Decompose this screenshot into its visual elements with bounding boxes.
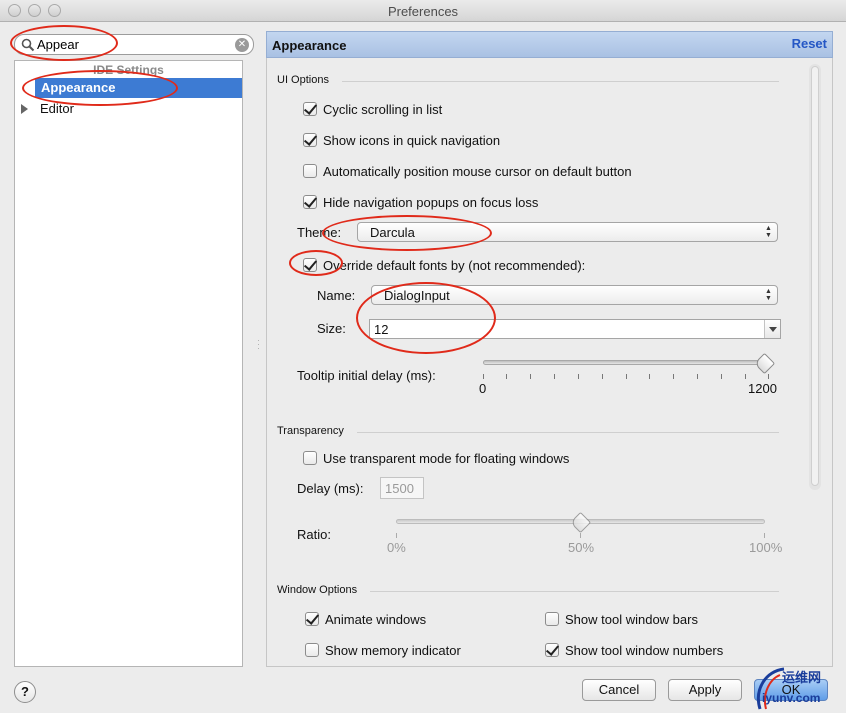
help-button[interactable]: ? xyxy=(14,681,36,703)
delay-input[interactable]: 1500 xyxy=(380,477,424,499)
section-divider xyxy=(342,81,779,82)
checkbox-label: Use transparent mode for floating window… xyxy=(323,450,570,466)
watermark-text: 运维网 xyxy=(782,670,822,685)
window-title: Preferences xyxy=(387,4,459,19)
select-arrows-icon: ▲ ▼ xyxy=(765,225,772,239)
delay-label: Delay (ms): xyxy=(297,481,364,496)
tree-group-ide-settings: IDE Settings xyxy=(93,63,164,77)
search-input[interactable] xyxy=(37,36,227,53)
show-tool-window-numbers-checkbox[interactable]: Show tool window numbers xyxy=(545,641,723,659)
checkbox-label: Animate windows xyxy=(325,611,427,627)
checkbox-label: Show tool window bars xyxy=(565,611,698,627)
checkbox-box[interactable] xyxy=(303,102,317,116)
checkbox-box[interactable] xyxy=(305,643,319,657)
clear-search-icon[interactable]: ✕ xyxy=(235,38,249,52)
checkbox-label: Show icons in quick navigation xyxy=(323,132,501,148)
tooltip-max-label: 1200 xyxy=(748,381,777,396)
checkbox-box[interactable] xyxy=(303,451,317,465)
transparent-mode-checkbox[interactable]: Use transparent mode for floating window… xyxy=(303,449,569,467)
expand-arrow-icon[interactable] xyxy=(21,104,28,114)
checkbox-label: Automatically position mouse cursor on d… xyxy=(323,163,632,179)
title-bar: Preferences xyxy=(0,0,846,22)
font-size-value: 12 xyxy=(374,322,389,337)
animate-windows-checkbox[interactable]: Animate windows xyxy=(305,610,426,628)
ratio-tick-50: 50% xyxy=(568,540,595,555)
checkbox-box[interactable] xyxy=(303,164,317,178)
panel-header: Appearance Reset xyxy=(266,31,833,58)
font-name-label: Name: xyxy=(317,288,356,303)
scrollbar-thumb[interactable] xyxy=(811,66,819,486)
tooltip-ticks xyxy=(483,374,769,379)
apply-button[interactable]: Apply xyxy=(668,679,742,701)
section-divider xyxy=(357,432,779,433)
settings-search-field[interactable]: ✕ xyxy=(14,34,254,55)
font-size-label: Size: xyxy=(317,321,346,336)
font-size-combo[interactable]: 12 xyxy=(369,319,781,339)
panel-title: Appearance xyxy=(272,38,347,53)
search-icon xyxy=(21,38,35,52)
settings-tree[interactable]: IDE Settings Appearance Editor xyxy=(14,60,243,667)
hide-nav-popups-checkbox[interactable]: Hide navigation popups on focus loss xyxy=(303,193,538,211)
tooltip-min-label: 0 xyxy=(479,381,487,396)
tree-item-label: Editor xyxy=(40,101,74,116)
dropdown-arrow-icon[interactable] xyxy=(764,320,780,338)
theme-label: Theme: xyxy=(297,225,342,240)
theme-select[interactable]: Darcula ▲ ▼ xyxy=(357,222,778,242)
show-icons-checkbox[interactable]: Show icons in quick navigation xyxy=(303,131,500,149)
ratio-label: Ratio: xyxy=(297,527,331,542)
checkbox-label: Show memory indicator xyxy=(325,642,461,658)
checkbox-box[interactable] xyxy=(303,195,317,209)
checkbox-label: Cyclic scrolling in list xyxy=(323,101,443,117)
tree-item-editor[interactable]: Editor xyxy=(21,101,74,119)
ratio-tick-0: 0% xyxy=(387,540,406,555)
section-ui-options: UI Options xyxy=(277,74,329,86)
checkbox-box[interactable] xyxy=(545,612,559,626)
ratio-tick-100: 100% xyxy=(749,540,783,555)
font-name-value: DialogInput xyxy=(384,288,450,303)
cancel-button[interactable]: Cancel xyxy=(582,679,656,701)
checkbox-label: Hide navigation popups on focus loss xyxy=(323,194,539,210)
show-tool-window-bars-checkbox[interactable]: Show tool window bars xyxy=(545,610,698,628)
select-arrows-icon: ▲ ▼ xyxy=(765,288,772,302)
ratio-ticks xyxy=(396,533,765,538)
auto-position-cursor-checkbox[interactable]: Automatically position mouse cursor on d… xyxy=(303,162,632,180)
section-window-options: Window Options xyxy=(277,584,358,596)
splitter-handle[interactable]: · · · xyxy=(257,336,261,353)
tooltip-delay-slider[interactable] xyxy=(483,360,769,365)
watermark-logo: 运维网 iyunv.com xyxy=(750,663,846,713)
cyclic-scrolling-checkbox[interactable]: Cyclic scrolling in list xyxy=(303,100,442,118)
section-divider xyxy=(370,591,779,592)
checkbox-label: Override default fonts by (not recommend… xyxy=(323,257,586,273)
checkbox-box[interactable] xyxy=(305,612,319,626)
checkbox-box[interactable] xyxy=(545,643,559,657)
theme-value: Darcula xyxy=(370,225,415,240)
checkbox-label: Show tool window numbers xyxy=(565,642,724,658)
font-name-select[interactable]: DialogInput ▲ ▼ xyxy=(371,285,778,305)
checkbox-box[interactable] xyxy=(303,133,317,147)
vertical-scrollbar[interactable] xyxy=(809,64,821,490)
tree-item-appearance[interactable]: Appearance xyxy=(35,78,242,98)
checkbox-box[interactable] xyxy=(303,258,317,272)
reset-link[interactable]: Reset xyxy=(792,36,827,51)
override-fonts-checkbox[interactable]: Override default fonts by (not recommend… xyxy=(303,256,585,274)
watermark-subtext: iyunv.com xyxy=(762,691,821,705)
section-transparency: Transparency xyxy=(277,425,344,437)
tooltip-delay-label: Tooltip initial delay (ms): xyxy=(297,368,436,383)
show-memory-indicator-checkbox[interactable]: Show memory indicator xyxy=(305,641,461,659)
